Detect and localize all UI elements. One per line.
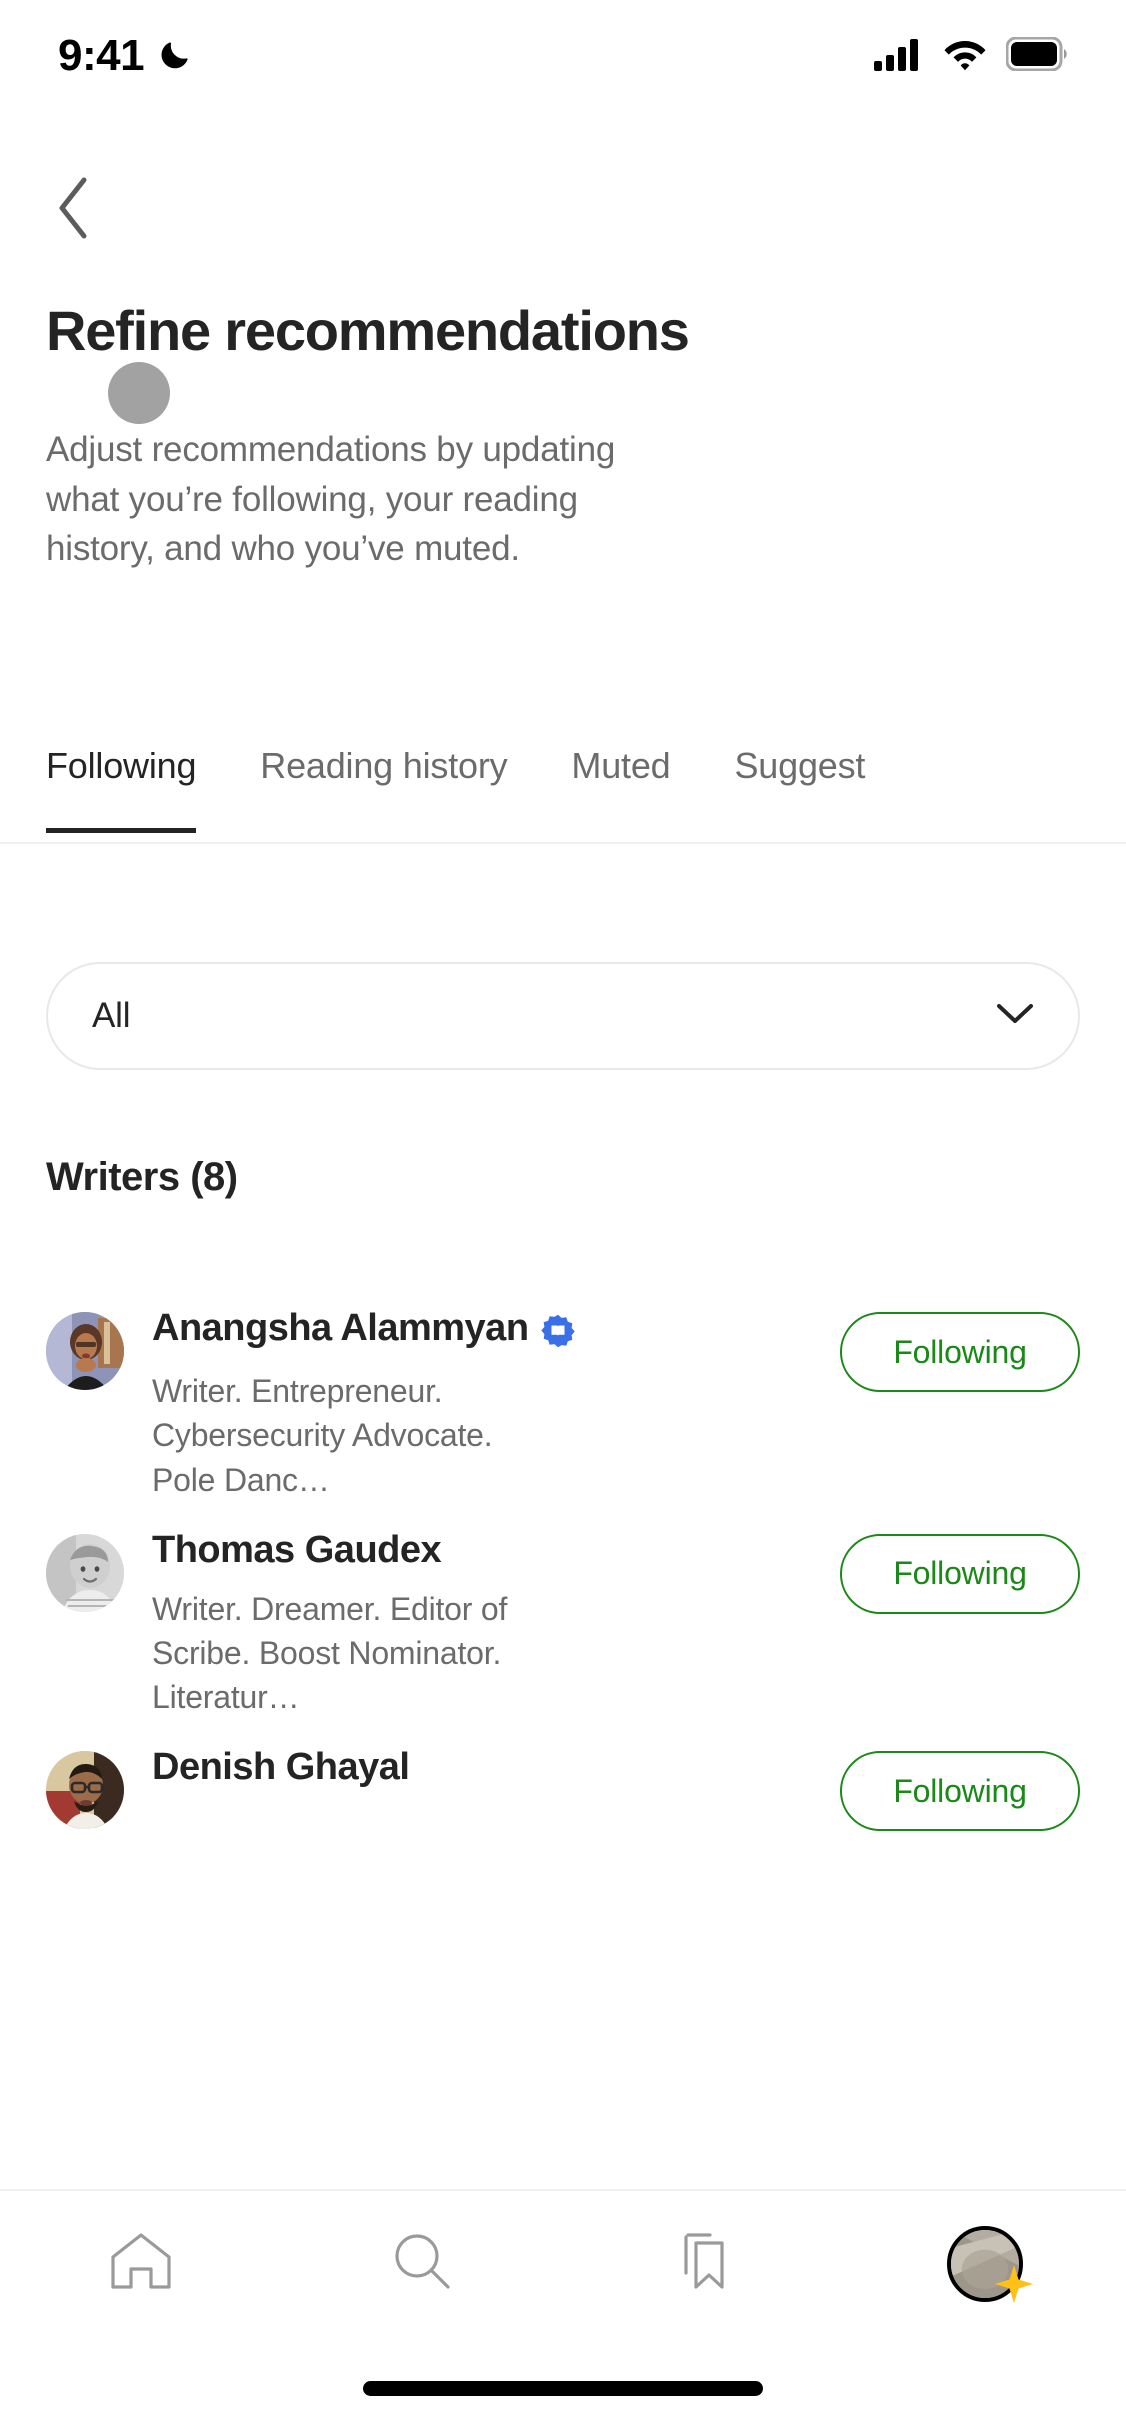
filter-dropdown[interactable]: All [46, 962, 1080, 1070]
crescent-moon-icon [158, 36, 194, 77]
tab-suggestions[interactable]: Suggest [734, 745, 865, 833]
status-bar-right [874, 36, 1068, 76]
home-indicator [363, 2381, 763, 2396]
writer-info: Thomas Gaudex Writer. Dreamer. Editor of… [152, 1528, 840, 1719]
avatar [46, 1533, 124, 1612]
writer-info: Anangsha Alammyan Writer. Entrepreneur. … [152, 1306, 840, 1502]
writer-name-line: Thomas Gaudex [152, 1528, 824, 1573]
tab-following[interactable]: Following [46, 745, 197, 833]
nav-home-button[interactable] [0, 2191, 282, 2336]
writer-name: Denish Ghayal [152, 1746, 410, 1789]
writer-name-line: Anangsha Alammyan [152, 1306, 824, 1355]
touch-indicator [108, 362, 170, 424]
writer-bio: Writer. Dreamer. Editor of Scribe. Boost… [152, 1590, 508, 1715]
page-description: Adjust recommendations by updating what … [46, 430, 616, 569]
nav-search-button[interactable] [282, 2191, 564, 2336]
wifi-icon [942, 37, 988, 76]
following-button[interactable]: Following [840, 1751, 1080, 1832]
avatar-with-badge [947, 2225, 1034, 2303]
status-bar-time: 9:41 [58, 31, 145, 80]
writer-row[interactable]: Thomas Gaudex Writer. Dreamer. Editor of… [0, 1502, 1126, 1719]
writer-name: Anangsha Alammyan [152, 1307, 529, 1349]
writer-name: Thomas Gaudex [152, 1528, 442, 1571]
status-bar-left: 9:41 [58, 34, 194, 78]
page-title: Refine recommendations [46, 299, 690, 362]
writer-info: Denish Ghayal [152, 1745, 840, 1804]
chevron-left-icon [54, 176, 94, 245]
avatar [46, 1312, 124, 1390]
avatar [46, 1751, 124, 1830]
status-bar: 9:41 [0, 0, 1126, 112]
search-icon [384, 2223, 460, 2304]
sparkle-icon [993, 2263, 1035, 2310]
cellular-bars-icon [874, 37, 924, 76]
writer-bio: Writer. Entrepreneur. Cybersecurity Advo… [152, 1373, 493, 1498]
tab-bar[interactable]: Following Reading history Muted Suggest [0, 745, 1126, 845]
writer-row[interactable]: Anangsha Alammyan Writer. Entrepreneur. … [0, 1280, 1126, 1502]
tab-bar-divider [0, 842, 1126, 844]
writer-name-line: Denish Ghayal [152, 1745, 824, 1790]
bookmark-icon [666, 2223, 742, 2304]
writer-row[interactable]: Denish Ghayal Following [0, 1719, 1126, 1832]
following-button[interactable]: Following [840, 1312, 1080, 1392]
back-button[interactable] [34, 170, 114, 250]
nav-profile-button[interactable] [845, 2191, 1126, 2336]
home-icon [103, 2223, 179, 2304]
battery-full-icon [1005, 36, 1068, 76]
verified-book-badge-icon [540, 1314, 575, 1353]
writers-section-heading: Writers (8) [46, 1155, 238, 1199]
chevron-down-icon [996, 1002, 1034, 1031]
tab-muted[interactable]: Muted [571, 745, 670, 833]
following-button[interactable]: Following [840, 1533, 1080, 1614]
bottom-navigation-bar [0, 2191, 1126, 2336]
tab-reading-history[interactable]: Reading history [260, 745, 507, 833]
filter-dropdown-value: All [92, 996, 131, 1035]
nav-bookmarks-button[interactable] [563, 2191, 845, 2336]
app-screen: 9:41 Refine recommendations Adjust recom… [0, 0, 1126, 2436]
